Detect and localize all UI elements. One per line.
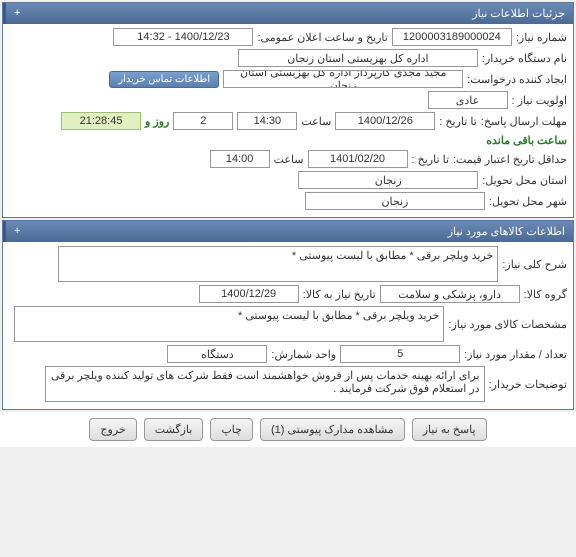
response-deadline-label: مهلت ارسال پاسخ: (481, 115, 567, 128)
need-details-panel: جزئیات اطلاعات نیاز + شماره نیاز: 120000… (2, 2, 574, 218)
delivery-city-label: شهر محل تحویل: (489, 195, 567, 208)
delivery-province-label: استان محل تحویل: (482, 174, 567, 187)
response-time-field: 14:30 (237, 112, 297, 130)
need-desc-label: شرح کلی نیاز: (502, 258, 567, 271)
qty-label: تعداد / مقدار مورد نیاز: (464, 348, 567, 361)
goods-group-field: دارو، پزشکی و سلامت (380, 285, 520, 303)
items-body: شرح کلی نیاز: خرید ویلچر برقی * مطابق با… (3, 242, 573, 409)
response-date-field: 1400/12/26 (335, 112, 435, 130)
need-number-field: 1200003189000024 (392, 28, 512, 46)
print-button[interactable]: چاپ (210, 418, 253, 441)
buyer-notes-label: توضیحات خریدار: (489, 378, 567, 391)
validity-time-field: 14:00 (210, 150, 270, 168)
need-by-date-field: 1400/12/29 (199, 285, 299, 303)
back-button[interactable]: بازگشت (144, 418, 204, 441)
unit-field: دستگاه (167, 345, 267, 363)
announce-date-label: تاریخ و ساعت اعلان عمومی: (257, 31, 387, 44)
announce-date-field: 1400/12/23 - 14:32 (113, 28, 253, 46)
requester-field: مجید مجدی کارپرداز اداره کل بهزیستی استا… (223, 70, 463, 88)
item-spec-field: خرید ویلچر برقی * مطابق با لیست پیوستی * (14, 306, 444, 342)
items-panel: اطلاعات کالاهای مورد نیاز + شرح کلی نیاز… (2, 220, 574, 410)
need-by-date-label: تاریخ نیاز به کالا: (303, 288, 376, 301)
time-label-1: ساعت (301, 115, 331, 128)
requester-label: ایجاد کننده درخواست: (467, 73, 567, 86)
details-title: جزئیات اطلاعات نیاز (472, 8, 565, 20)
exit-button[interactable]: خروج (89, 418, 136, 441)
buyer-org-label: نام دستگاه خریدار: (482, 52, 567, 65)
hours-remaining-field: 21:28:45 (61, 112, 141, 130)
priority-label: اولویت نیاز : (512, 94, 567, 107)
need-number-label: شماره نیاز: (516, 31, 567, 44)
priority-field: عادی (428, 91, 508, 109)
buyer-notes-field: برای ارائه بهینه خدمات پس از فروش خواهشم… (45, 366, 485, 402)
unit-label: واحد شمارش: (271, 348, 336, 361)
items-header: اطلاعات کالاهای مورد نیاز + (3, 221, 573, 242)
delivery-province-field: زنجان (298, 171, 478, 189)
items-title: اطلاعات کالاهای مورد نیاز (448, 226, 565, 238)
need-details-header: جزئیات اطلاعات نیاز + (3, 3, 573, 24)
to-date-label-1: تا تاریخ : (439, 115, 476, 128)
days-and-label: روز و (145, 115, 169, 128)
validity-date-field: 1401/02/20 (308, 150, 408, 168)
respond-button[interactable]: پاسخ به نیاز (412, 418, 487, 441)
price-validity-label: حداقل تاریخ اعتبار قیمت: (453, 153, 567, 166)
item-spec-label: مشخصات کالای مورد نیاز: (448, 318, 567, 331)
remaining-label: ساعت باقی مانده (486, 134, 567, 147)
to-date-label-2: تا تاریخ : (412, 153, 449, 166)
days-remaining-field: 2 (173, 112, 233, 130)
qty-field: 5 (340, 345, 460, 363)
collapse-icon-2[interactable]: + (14, 225, 20, 237)
attachments-button[interactable]: مشاهده مدارک پیوستی (1) (260, 418, 405, 441)
goods-group-label: گروه کالا: (524, 288, 567, 301)
button-bar: پاسخ به نیاز مشاهده مدارک پیوستی (1) چاپ… (0, 412, 576, 447)
delivery-city-field: زنجان (305, 192, 485, 210)
buyer-org-field: اداره کل بهزیستی استان زنجان (238, 49, 478, 67)
need-desc-field: خرید ویلچر برقی * مطابق با لیست پیوستی * (58, 246, 498, 282)
collapse-icon[interactable]: + (14, 7, 20, 19)
need-details-body: شماره نیاز: 1200003189000024 تاریخ و ساع… (3, 24, 573, 217)
contact-buyer-button[interactable]: اطلاعات تماس خریدار (109, 71, 219, 88)
time-label-2: ساعت (274, 153, 304, 166)
